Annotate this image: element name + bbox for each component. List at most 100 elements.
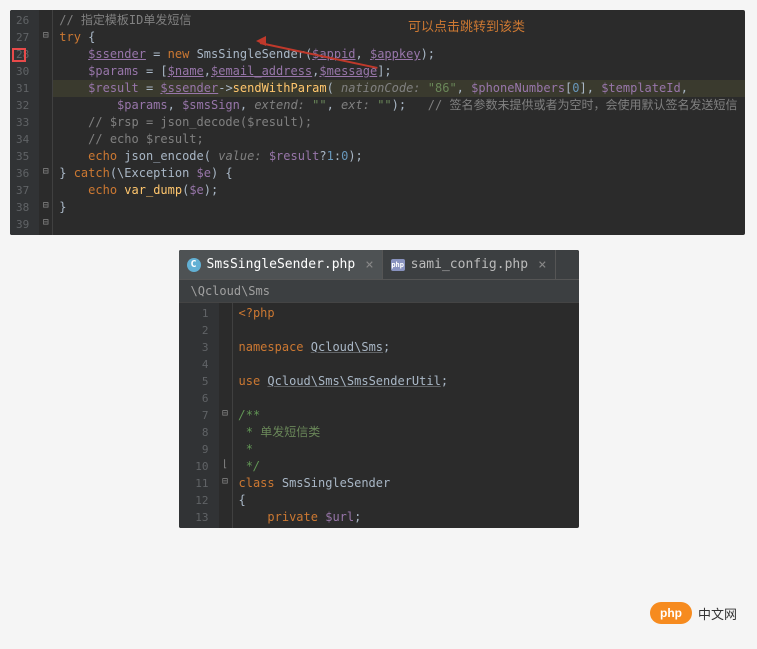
fold-column[interactable]: ⊟⊟⊟⊟ <box>39 10 53 235</box>
tab-label: sami_config.php <box>411 257 528 272</box>
fold-marker[interactable] <box>219 354 232 371</box>
code-line[interactable] <box>233 390 579 407</box>
code-line[interactable]: $params, $smsSign, extend: "", ext: "");… <box>53 97 745 114</box>
close-icon[interactable]: × <box>365 257 373 273</box>
fold-marker[interactable] <box>219 303 232 320</box>
fold-marker[interactable] <box>39 112 52 129</box>
line-number[interactable]: 4 <box>185 356 209 373</box>
tab-bar: C SmsSingleSender.php × php sami_config.php × <box>179 250 579 280</box>
fold-marker[interactable]: ⌊ <box>219 456 232 473</box>
line-number[interactable]: 39 <box>16 216 29 233</box>
line-number[interactable]: 6 <box>185 390 209 407</box>
line-gutter[interactable]: 12345678910111213 <box>179 303 219 528</box>
fold-marker[interactable] <box>39 78 52 95</box>
code-area[interactable]: 12345678910111213 ⊟⌊⊟ <?phpnamespace Qcl… <box>179 303 579 528</box>
line-number[interactable]: 3 <box>185 339 209 356</box>
line-number[interactable]: 30 <box>16 63 29 80</box>
line-number[interactable]: 5 <box>185 373 209 390</box>
code-line[interactable]: private $url; <box>233 509 579 526</box>
line-number[interactable]: 37 <box>16 182 29 199</box>
line-number[interactable]: 1 <box>185 305 209 322</box>
fold-marker[interactable] <box>39 129 52 146</box>
line-number[interactable]: 36 <box>16 165 29 182</box>
fold-marker[interactable] <box>39 61 52 78</box>
line-number[interactable]: 7 <box>185 407 209 424</box>
line-gutter[interactable]: 26272830313233343536373839 <box>10 10 39 235</box>
code-line[interactable]: } catch(\Exception $e) { <box>53 165 745 182</box>
fold-marker[interactable]: ⊟ <box>39 163 52 180</box>
code-line[interactable]: echo var_dump($e); <box>53 182 745 199</box>
line-number[interactable]: 33 <box>16 114 29 131</box>
fold-marker[interactable] <box>219 371 232 388</box>
fold-marker[interactable] <box>219 507 232 524</box>
code-line[interactable]: // $rsp = json_decode($result); <box>53 114 745 131</box>
fold-marker[interactable] <box>219 337 232 354</box>
code-line[interactable]: <?php <box>233 305 579 322</box>
code-line[interactable]: // 指定模板ID单发短信 <box>53 12 745 29</box>
code-line[interactable]: { <box>233 492 579 509</box>
line-number[interactable]: 31 <box>16 80 29 97</box>
line-number[interactable]: 26 <box>16 12 29 29</box>
class-icon: C <box>187 258 201 272</box>
code-line[interactable]: use Qcloud\Sms\SmsSenderUtil; <box>233 373 579 390</box>
code-line[interactable]: // echo $result; <box>53 131 745 148</box>
code-line[interactable] <box>233 322 579 339</box>
code-line[interactable]: * 单发短信类 <box>233 424 579 441</box>
code-content[interactable]: // 指定模板ID单发短信try { $ssender = new SmsSin… <box>53 10 745 235</box>
fold-marker[interactable]: ⊟ <box>39 214 52 231</box>
fold-marker[interactable] <box>39 10 52 27</box>
code-line[interactable]: * <box>233 441 579 458</box>
line-number[interactable]: 32 <box>16 97 29 114</box>
close-icon[interactable]: × <box>538 257 546 273</box>
fold-marker[interactable] <box>219 490 232 507</box>
line-number[interactable]: 9 <box>185 441 209 458</box>
line-number[interactable]: 28 <box>16 46 29 63</box>
fold-marker[interactable]: ⊟ <box>39 27 52 44</box>
tab-label: SmsSingleSender.php <box>207 257 356 272</box>
breadcrumb[interactable]: \Qcloud\Sms <box>179 280 579 303</box>
line-number[interactable]: 10 <box>185 458 209 475</box>
fold-marker[interactable] <box>219 422 232 439</box>
tab-smssinglesender-php[interactable]: C SmsSingleSender.php × <box>179 250 383 279</box>
code-line[interactable]: $ssender = new SmsSingleSender($appid, $… <box>53 46 745 63</box>
fold-marker[interactable]: ⊟ <box>219 473 232 490</box>
fold-marker[interactable] <box>39 44 52 61</box>
line-number[interactable]: 35 <box>16 148 29 165</box>
code-content[interactable]: <?php namespace Qcloud\Sms; use Qcloud\Sms… <box>233 303 579 528</box>
fold-marker[interactable] <box>39 180 52 197</box>
fold-marker[interactable] <box>219 439 232 456</box>
code-line[interactable]: } <box>53 199 745 216</box>
line-number[interactable]: 13 <box>185 509 209 526</box>
code-line[interactable]: echo json_encode( value: $result?1:0); <box>53 148 745 165</box>
code-line[interactable]: $result = $ssender->sendWithParam( natio… <box>53 80 745 97</box>
line-number[interactable]: 27 <box>16 29 29 46</box>
line-number[interactable]: 38 <box>16 199 29 216</box>
code-line[interactable]: */ <box>233 458 579 475</box>
code-editor-top: 可以点击跳转到该类 26272830313233343536373839 ⊟⊟⊟… <box>10 10 745 235</box>
code-line[interactable]: /** <box>233 407 579 424</box>
php-logo: php <box>650 602 692 624</box>
arrow-icon <box>260 34 380 54</box>
php-icon: php <box>391 259 405 271</box>
fold-marker[interactable] <box>219 320 232 337</box>
line-number[interactable]: 12 <box>185 492 209 509</box>
code-line[interactable]: namespace Qcloud\Sms; <box>233 339 579 356</box>
fold-marker[interactable] <box>39 95 52 112</box>
line-number[interactable]: 34 <box>16 131 29 148</box>
code-editor-bottom: C SmsSingleSender.php × php sami_config.php ×… <box>179 250 579 528</box>
fold-column[interactable]: ⊟⌊⊟ <box>219 303 233 528</box>
line-number[interactable]: 8 <box>185 424 209 441</box>
code-line[interactable] <box>233 356 579 373</box>
line-number[interactable]: 11 <box>185 475 209 492</box>
fold-marker[interactable]: ⊟ <box>39 197 52 214</box>
fold-marker[interactable] <box>219 388 232 405</box>
code-line[interactable] <box>53 216 745 233</box>
watermark: php 中文网 <box>650 602 737 624</box>
code-line[interactable]: try { <box>53 29 745 46</box>
fold-marker[interactable]: ⊟ <box>219 405 232 422</box>
code-line[interactable]: class SmsSingleSender <box>233 475 579 492</box>
code-line[interactable]: $params = [$name,$email_address,$message… <box>53 63 745 80</box>
tab-sami_config-php[interactable]: php sami_config.php × <box>383 250 556 279</box>
fold-marker[interactable] <box>39 146 52 163</box>
line-number[interactable]: 2 <box>185 322 209 339</box>
